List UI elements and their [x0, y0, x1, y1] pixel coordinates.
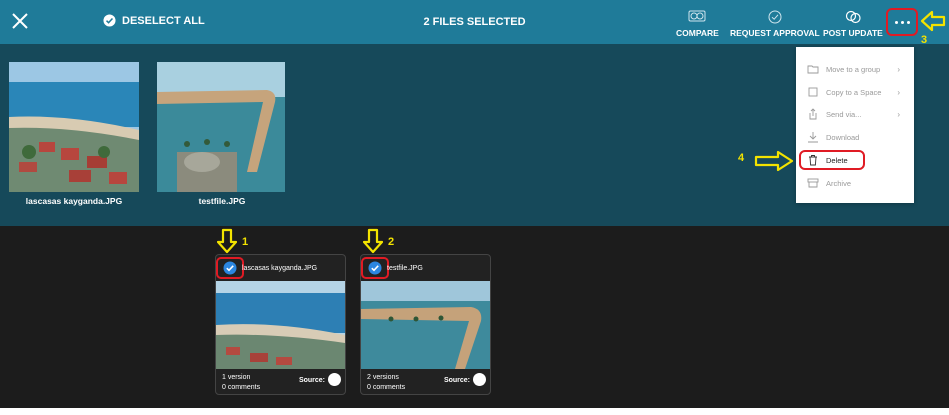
menu-item-send-via[interactable]: Send via... › [796, 104, 914, 124]
menu-item-archive[interactable]: Archive [796, 173, 914, 193]
annotation-arrow-left-icon [920, 10, 946, 32]
top-bar: DESELECT ALL 2 FILES SELECTED COMPARE RE… [0, 0, 949, 44]
chat-bubbles-icon [845, 10, 861, 24]
card-checkbox[interactable] [216, 257, 244, 279]
card-filename: lascasas kayganda.JPG [242, 265, 318, 272]
chevron-right-icon: › [897, 109, 900, 119]
card-image[interactable] [361, 281, 490, 369]
file-card[interactable]: lascasas kayganda.JPG 1 version 0 commen… [215, 254, 346, 395]
preview-label: testfile.JPG [198, 196, 246, 206]
deselect-all-label: DESELECT ALL [122, 14, 205, 27]
laptop-icon [473, 373, 486, 386]
compare-icon [688, 10, 706, 22]
annotation-arrow-down-icon [363, 228, 383, 254]
card-checkbox[interactable] [361, 257, 389, 279]
card-image[interactable] [216, 281, 345, 369]
menu-item-label: Send via... [826, 109, 862, 119]
comment-count: 0 comments [222, 384, 261, 391]
post-update-label: POST UPDATE [823, 28, 883, 38]
annotation-3: 3 [921, 34, 928, 46]
laptop-icon [328, 373, 341, 386]
check-circle-icon [368, 261, 382, 275]
download-icon [808, 132, 818, 143]
preview-thumbnail[interactable] [9, 62, 139, 192]
request-approval-label: REQUEST APPROVAL [730, 28, 820, 38]
version-count: 1 version [222, 374, 251, 381]
preview-label: lascasas kayganda.JPG [25, 196, 123, 206]
annotation-arrow-right-icon [754, 150, 794, 172]
source-label: Source: [443, 377, 470, 384]
ellipsis-icon [894, 20, 910, 24]
comment-count: 0 comments [367, 384, 406, 391]
archive-icon [807, 178, 819, 188]
menu-item-label: Download [826, 132, 860, 142]
more-options-button[interactable] [886, 8, 918, 36]
delete-highlight [799, 150, 865, 170]
menu-item-label: Copy to a Space [826, 87, 882, 97]
menu-item-label: Archive [826, 178, 852, 188]
file-card[interactable]: testfile.JPG 2 versions 0 comments Sourc… [360, 254, 491, 395]
annotation-4: 4 [738, 152, 745, 164]
compare-label: COMPARE [676, 28, 719, 38]
check-circle-icon [103, 14, 116, 27]
menu-item-label: Move to a group [826, 64, 881, 74]
post-update-button[interactable]: POST UPDATE [823, 10, 883, 38]
more-options-menu: Move to a group › Copy to a Space › Send… [796, 47, 914, 203]
menu-item-download[interactable]: Download [796, 127, 914, 147]
chevron-right-icon: › [897, 64, 900, 74]
deselect-all-button[interactable]: DESELECT ALL [103, 14, 205, 27]
check-circle-icon [223, 261, 237, 275]
source-label: Source: [298, 377, 325, 384]
annotation-arrow-down-icon [217, 228, 237, 254]
check-circle-icon [768, 10, 782, 24]
chevron-right-icon: › [897, 87, 900, 97]
menu-item-move-to-group[interactable]: Move to a group › [796, 59, 914, 79]
version-count: 2 versions [367, 374, 399, 381]
copy-icon [808, 87, 818, 97]
share-icon [809, 108, 817, 120]
card-meta: 1 version 0 comments [222, 373, 260, 393]
card-filename: testfile.JPG [387, 265, 423, 272]
close-icon[interactable] [11, 12, 29, 30]
request-approval-button[interactable]: REQUEST APPROVAL [730, 10, 820, 38]
menu-item-copy-to-space[interactable]: Copy to a Space › [796, 82, 914, 102]
card-meta: 2 versions 0 comments [367, 373, 405, 393]
file-grid: lascasas kayganda.JPG 1 version 0 commen… [0, 226, 949, 408]
preview-thumbnail[interactable] [157, 62, 287, 192]
annotation-1: 1 [242, 236, 249, 248]
folder-icon [807, 65, 819, 74]
annotation-2: 2 [388, 236, 395, 248]
compare-button[interactable]: COMPARE [676, 10, 719, 38]
